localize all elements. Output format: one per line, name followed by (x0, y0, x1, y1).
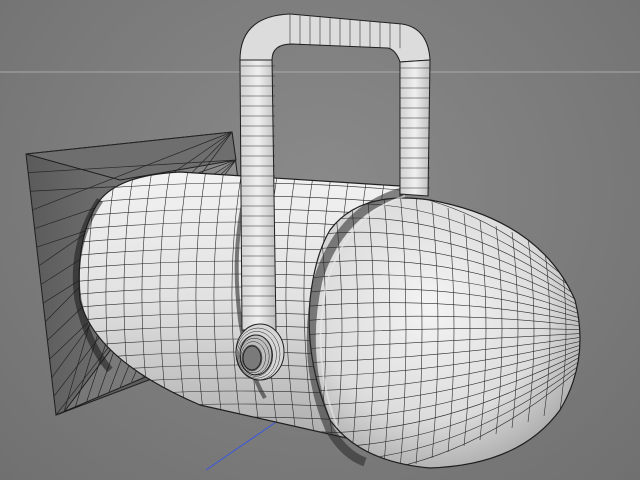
3d-viewport[interactable] (0, 0, 640, 480)
pivot-knob[interactable] (235, 323, 285, 381)
pivot-knob-inner (242, 345, 262, 371)
yoke-left-arm (239, 57, 277, 331)
axis-z-line (205, 421, 277, 471)
viewport-scene[interactable] (0, 0, 640, 480)
yoke-top-bar (239, 13, 431, 63)
rear-dome[interactable] (300, 187, 590, 476)
